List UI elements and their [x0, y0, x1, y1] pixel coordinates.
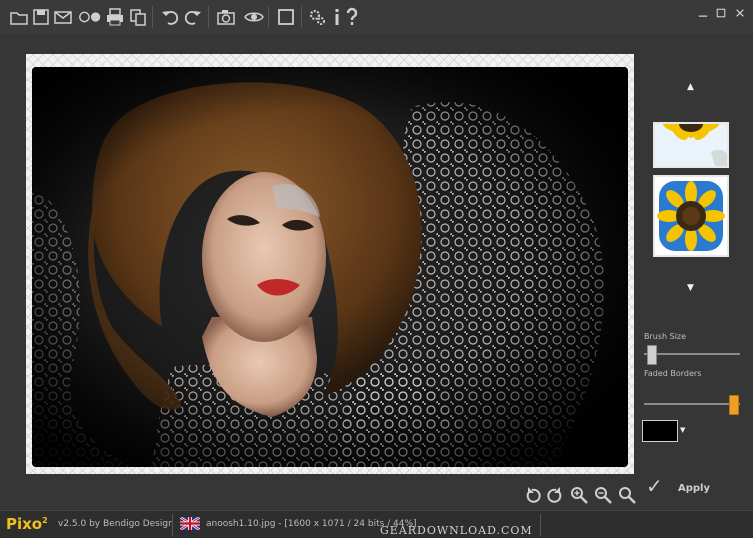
email-icon[interactable] [52, 6, 74, 28]
eye-icon[interactable] [243, 6, 265, 28]
uk-flag-icon[interactable] [180, 517, 200, 530]
brush-size-label: Brush Size [644, 332, 687, 341]
redo-icon[interactable] [182, 6, 204, 28]
status-divider [172, 514, 173, 536]
zoom-in-icon[interactable] [570, 486, 588, 504]
settings-gears-icon[interactable] [306, 6, 328, 28]
toolbar-divider [152, 6, 153, 28]
zoom-out-icon[interactable] [594, 486, 612, 504]
save-icon[interactable] [30, 6, 52, 28]
camera-icon[interactable] [215, 6, 237, 28]
undo-icon[interactable] [159, 6, 181, 28]
status-bar: Pixo2 v2.5.0 by Bendigo Design anoosh1.1… [0, 510, 753, 538]
chevron-down-icon[interactable]: ▼ [680, 426, 685, 434]
apply-button[interactable]: Apply [678, 483, 710, 494]
toolbar-divider [301, 6, 302, 28]
copy-icon[interactable] [127, 6, 149, 28]
crop-frame-icon[interactable] [275, 6, 297, 28]
rotate-right-icon[interactable] [546, 486, 564, 504]
close-button[interactable] [731, 4, 749, 22]
sunflower-thumbnail-image [655, 177, 727, 255]
effect-thumbnail-2[interactable] [653, 175, 729, 257]
app-logo: Pixo2 [6, 515, 48, 533]
faded-borders-slider-handle[interactable] [729, 395, 740, 415]
toolbar [0, 0, 753, 34]
version-text: v2.5.0 by Bendigo Design [58, 519, 174, 529]
open-folder-icon[interactable] [8, 6, 30, 28]
scroll-up-arrow[interactable]: ▲ [687, 82, 694, 92]
minimize-button[interactable] [694, 4, 712, 22]
status-divider [540, 514, 541, 536]
faded-borders-label: Faded Borders [644, 369, 702, 378]
circles-icon[interactable] [76, 6, 104, 28]
rotate-left-icon[interactable] [524, 486, 542, 504]
border-color-swatch[interactable] [642, 420, 678, 442]
portrait-image [32, 67, 628, 467]
print-icon[interactable] [104, 6, 126, 28]
help-icon[interactable] [341, 6, 363, 28]
toolbar-divider [268, 6, 269, 28]
sunflower-thumbnail-image [655, 124, 727, 166]
scroll-down-arrow[interactable]: ▼ [687, 283, 694, 293]
watermark-text: GEARDOWNLOAD.COM [380, 524, 533, 537]
brush-size-slider[interactable] [644, 353, 740, 355]
zoom-fit-icon[interactable] [618, 486, 636, 504]
faded-borders-slider[interactable] [644, 403, 740, 405]
photo-preview[interactable] [32, 67, 628, 467]
effect-thumbnail-1[interactable] [653, 122, 729, 168]
toolbar-divider [208, 6, 209, 28]
effects-panel: ▲ ▼ Brush Size Faded Borders ▼ ✓ Apply [640, 34, 753, 510]
checkmark-icon[interactable]: ✓ [646, 474, 663, 498]
brush-size-slider-handle[interactable] [646, 345, 657, 365]
maximize-button[interactable] [712, 4, 730, 22]
